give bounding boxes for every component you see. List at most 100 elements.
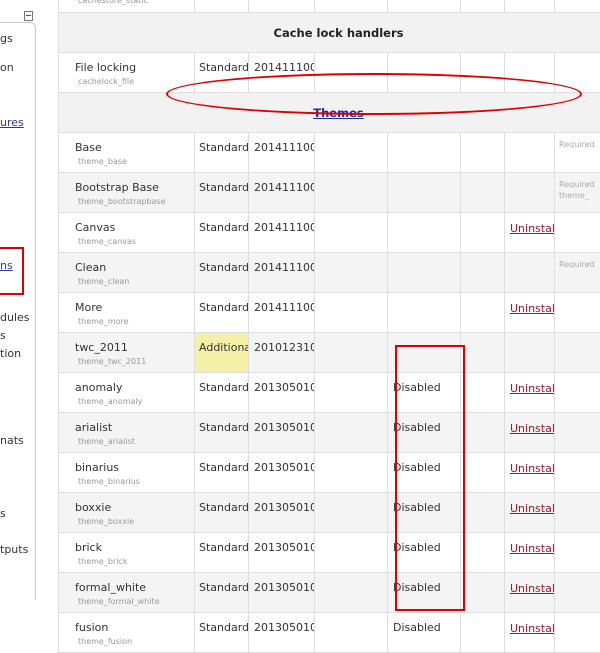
plugin-deps-cell [555, 213, 600, 253]
plugin-deps-cell [555, 613, 600, 653]
plugin-deps-cell: Required [555, 253, 600, 293]
uninstall-link[interactable]: Uninstall [505, 573, 554, 595]
plugin-version: 2014111000 [249, 173, 314, 194]
plugin-component: theme_base [59, 154, 194, 166]
sidebar-item-blocks[interactable]: s [0, 329, 6, 342]
plugin-source: Standard [195, 173, 248, 194]
plugin-source: Standard [195, 133, 248, 154]
plugin-component: theme_clean [59, 274, 194, 286]
plugin-name: formal_white [59, 573, 194, 594]
uninstall-link[interactable]: Uninstall [505, 613, 554, 635]
uninstall-link[interactable]: Uninstall [505, 373, 554, 395]
plugin-name: Canvas [59, 213, 194, 234]
plugin-name-cell: anomalytheme_anomaly [59, 373, 195, 413]
plugin-name-cell: formal_whitetheme_formal_white [59, 573, 195, 613]
plugin-version-cell: 2013050100 [249, 413, 315, 453]
uninstall-link[interactable]: Uninstall [505, 493, 554, 515]
plugin-version-cell: 2013050100 [249, 613, 315, 653]
plugin-version: 2014111000 [249, 253, 314, 274]
plugin-source: Standard [195, 493, 248, 514]
plugin-source-cell: Standard [195, 453, 249, 493]
plugin-source-cell: Standard [195, 613, 249, 653]
sidebar-item-authentication[interactable]: tion [0, 347, 21, 360]
plugin-version: 2013050100 [249, 453, 314, 474]
sidebar-item-filters[interactable]: s [0, 507, 6, 520]
table-row: anomalytheme_anomalyStandard2013050100Di… [59, 373, 600, 413]
plugin-component: theme_brick [59, 554, 194, 566]
plugin-version-cell: 2014111000 [249, 253, 315, 293]
plugin-status-cell [388, 133, 461, 173]
plugin-source: Standard [195, 53, 248, 74]
plugin-name: More [59, 293, 194, 314]
plugin-status-cell [388, 293, 461, 333]
plugin-status-cell [388, 213, 461, 253]
plugin-name-cell: Basetheme_base [59, 133, 195, 173]
plugin-source-cell: Standard [195, 173, 249, 213]
plugin-name: Clean [59, 253, 194, 274]
plugin-version-cell: 2013050100 [249, 373, 315, 413]
plugin-source: Standard [195, 613, 248, 634]
table-row: binariustheme_binariusStandard2013050100… [59, 453, 600, 493]
collapse-block-icon[interactable] [24, 11, 33, 21]
sidebar-item-modules[interactable]: dules [0, 311, 30, 324]
uninstall-link[interactable]: Uninstall [505, 293, 554, 315]
table-row: fusiontheme_fusionStandard2013050100 Disa… [59, 613, 600, 653]
plugin-action-cell [505, 133, 555, 173]
uninstall-link[interactable]: Uninstall [505, 453, 554, 475]
plugin-version: 2013050100 [249, 413, 314, 434]
plugin-name: brick [59, 533, 194, 554]
plugin-deps-cell [555, 573, 600, 613]
plugin-deps-cell: Required theme_ [555, 173, 600, 213]
table-row: Moretheme_moreStandard2014111000Uninstal… [59, 293, 600, 333]
plugin-dependencies: Required theme_ [555, 173, 600, 201]
plugin-version-cell: 2013050100 [249, 573, 315, 613]
plugin-source: Standard [195, 213, 248, 234]
plugin-source-cell: Standard [195, 373, 249, 413]
sidebar-item-outputs[interactable]: tputs [0, 543, 28, 556]
plugin-action-cell [505, 173, 555, 213]
sidebar-item-settings[interactable]: gs [0, 32, 13, 45]
plugin-version: 2013050100 [249, 613, 314, 634]
plugin-source: Standard [195, 253, 248, 274]
plugin-deps-cell [555, 413, 600, 453]
sidebar-item-features[interactable]: ures [0, 116, 24, 129]
plugin-name: twc_2011 [59, 333, 194, 354]
uninstall-link[interactable]: Uninstall [505, 213, 554, 235]
plugin-name-cell: arialisttheme_arialist [59, 413, 195, 453]
plugin-component: theme_binarius [59, 474, 194, 486]
plugin-source-cell: Standard [195, 413, 249, 453]
sidebar-item-location[interactable]: on [0, 61, 14, 74]
uninstall-link[interactable]: Uninstall [505, 413, 554, 435]
plugin-source-cell: Additional [195, 333, 249, 373]
plugin-version-cell: 2014111000 [249, 133, 315, 173]
disabled-annotation-box [395, 345, 465, 611]
plugin-deps-cell [555, 493, 600, 533]
plugin-source: Standard [195, 453, 248, 474]
uninstall-link[interactable]: Uninstall [505, 533, 554, 555]
plugin-name: Bootstrap Base [59, 173, 194, 194]
plugin-name: anomaly [59, 373, 194, 394]
plugin-action-cell: Uninstall [505, 293, 555, 333]
plugin-source-cell: Standard [195, 533, 249, 573]
plugin-source: Standard [195, 573, 248, 594]
plugin-action-cell: Uninstall [505, 533, 555, 573]
plugin-component: theme_twc_2011 [59, 354, 194, 366]
plugin-name-cell: fusiontheme_fusion [59, 613, 195, 653]
plugin-version-cell: 2010123100 [249, 333, 315, 373]
plugin-action-cell: Uninstall [505, 573, 555, 613]
plugin-name: binarius [59, 453, 194, 474]
table-row: Bootstrap Basetheme_bootstrapbaseStandar… [59, 173, 600, 213]
plugin-version: 2014111000 [249, 213, 314, 234]
plugin-component: theme_arialist [59, 434, 194, 446]
plugin-name: fusion [59, 613, 194, 634]
plugin-status: Disabled [388, 613, 460, 634]
plugin-version: 2014111000 [249, 53, 314, 74]
plugin-deps-cell: Required [555, 133, 600, 173]
plugin-component: cachestore_static [59, 0, 194, 5]
plugin-version: 2013050100 [249, 493, 314, 514]
plugin-name: boxxie [59, 493, 194, 514]
sidebar-item-formats[interactable]: nats [0, 434, 24, 447]
plugin-version: 2013050100 [249, 573, 314, 594]
plugin-component: cachelock_file [59, 74, 194, 86]
group-title: Cache lock handlers [59, 13, 600, 53]
